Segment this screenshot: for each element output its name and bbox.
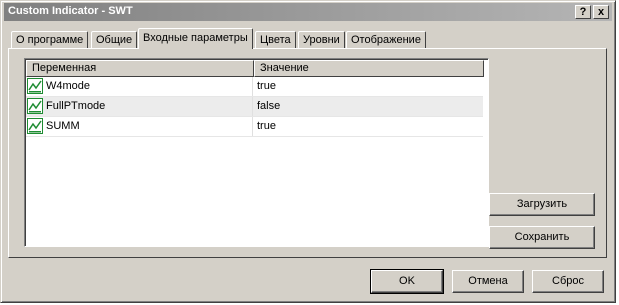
close-button[interactable]: x <box>593 5 609 19</box>
variable-cell: FullPTmode <box>26 97 253 116</box>
column-header-value[interactable]: Значение <box>254 60 484 77</box>
variable-cell: SUMM <box>26 117 253 136</box>
reset-button[interactable]: Сброс <box>532 270 604 293</box>
window-title: Custom Indicator - SWT <box>8 5 133 17</box>
variable-value[interactable]: true <box>257 120 276 132</box>
tab-colors[interactable]: Цвета <box>255 31 296 48</box>
table-row[interactable]: FullPTmode false <box>26 97 483 117</box>
save-button[interactable]: Сохранить <box>489 226 595 249</box>
tab-about[interactable]: О программе <box>11 31 89 48</box>
parameter-icon <box>27 78 43 94</box>
column-header-variable[interactable]: Переменная <box>26 60 254 77</box>
tab-levels[interactable]: Уровни <box>298 31 345 48</box>
variable-value[interactable]: true <box>257 80 276 92</box>
parameter-icon <box>27 118 43 134</box>
parameters-list[interactable]: Переменная Значение W4mode true FullPTmo… <box>24 58 489 247</box>
parameter-icon <box>27 98 43 114</box>
table-row[interactable]: SUMM true <box>26 117 483 137</box>
load-button[interactable]: Загрузить <box>489 193 595 216</box>
help-button[interactable]: ? <box>575 5 591 19</box>
ok-button[interactable]: OK <box>370 269 444 294</box>
tab-panel: Переменная Значение W4mode true FullPTmo… <box>8 48 607 258</box>
variable-name: W4mode <box>46 80 91 92</box>
variable-name: SUMM <box>46 120 80 132</box>
title-bar[interactable]: Custom Indicator - SWT ? x <box>4 3 612 21</box>
tab-display[interactable]: Отображение <box>346 31 426 48</box>
list-header: Переменная Значение <box>26 60 486 77</box>
tab-common[interactable]: Общие <box>91 31 138 48</box>
table-row[interactable]: W4mode true <box>26 77 483 97</box>
variable-name: FullPTmode <box>46 100 106 112</box>
tab-input-parameters[interactable]: Входные параметры <box>138 28 253 49</box>
variable-value[interactable]: false <box>257 100 280 112</box>
cancel-button[interactable]: Отмена <box>452 270 524 293</box>
dialog-window: Custom Indicator - SWT ? x О программе О… <box>0 0 616 303</box>
variable-cell: W4mode <box>26 77 253 96</box>
